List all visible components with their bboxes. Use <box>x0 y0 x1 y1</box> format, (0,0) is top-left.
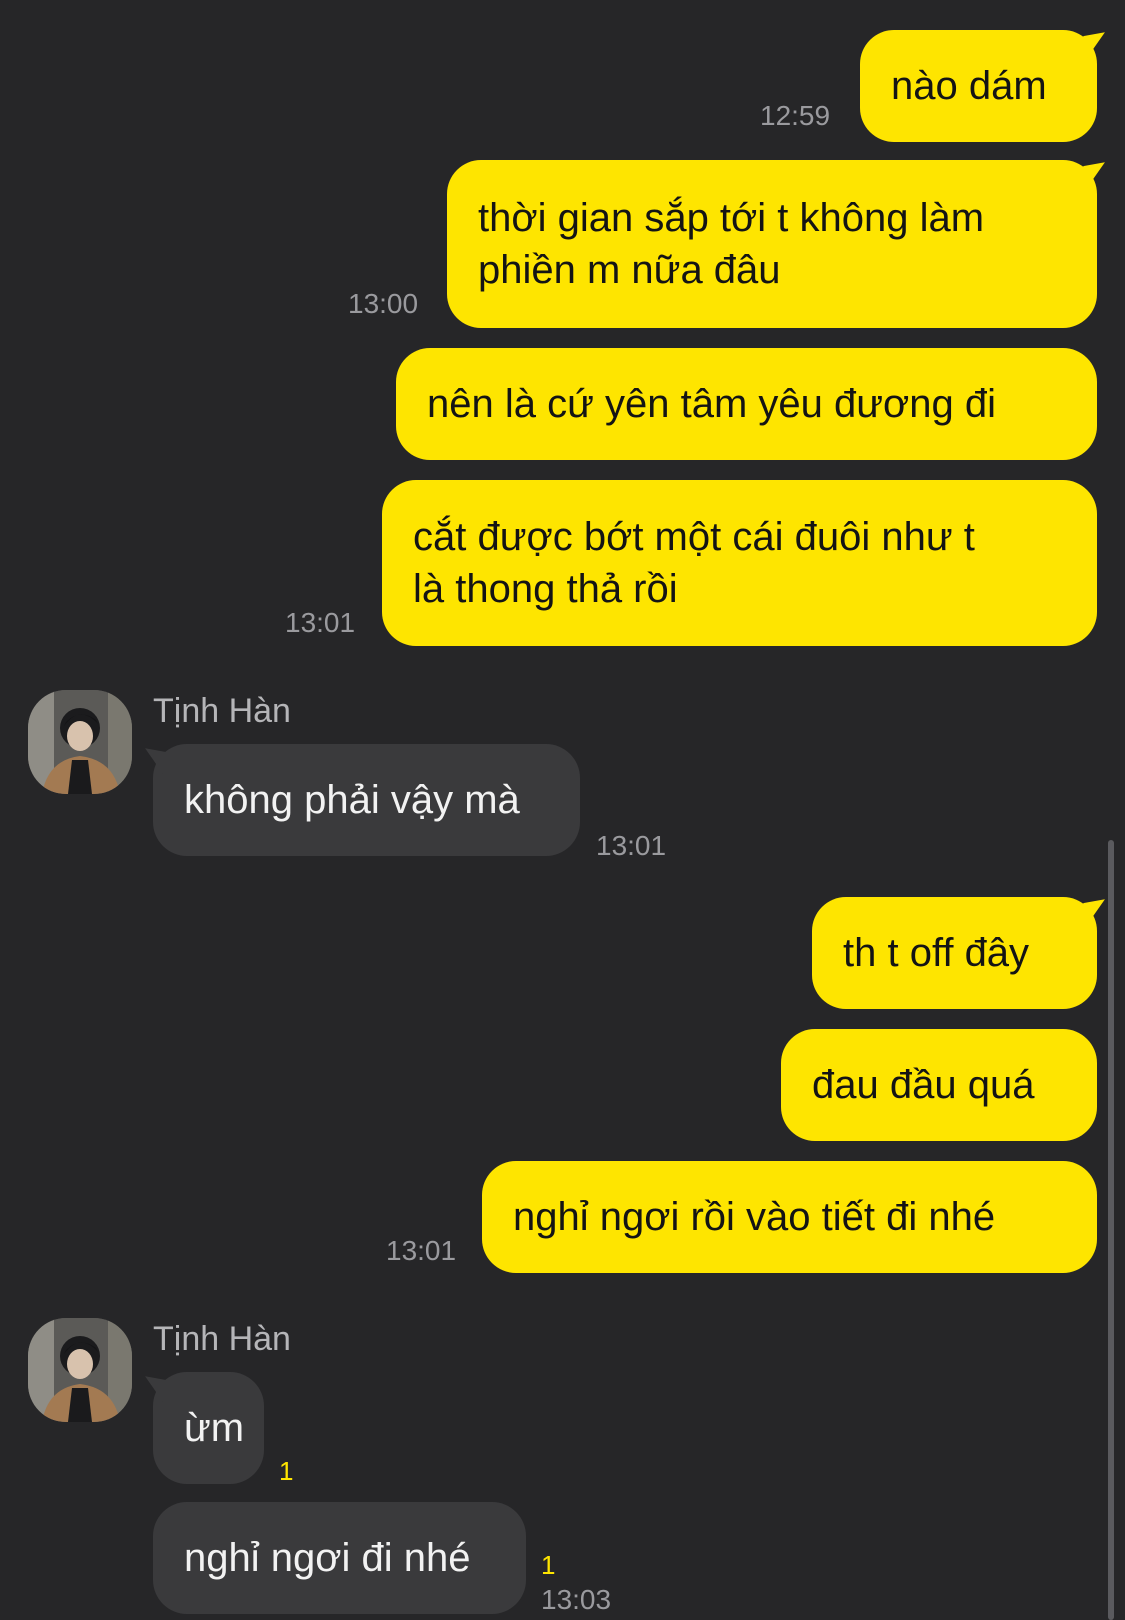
message-time: 13:03 <box>541 1584 612 1615</box>
message-time: 13:01 <box>596 830 667 861</box>
message-time: 13:01 <box>285 607 356 638</box>
chat-area: 12:59 nào dám 13:00 thời gian sắp tới t … <box>0 0 1125 1620</box>
unread-count: 1 <box>541 1550 556 1580</box>
message-time: 13:00 <box>348 288 419 319</box>
unread-count: 1 <box>279 1456 294 1486</box>
scrollbar[interactable] <box>1108 840 1114 1620</box>
avatar-photo-icon <box>28 1318 132 1422</box>
message-time: 12:59 <box>760 100 831 131</box>
sent-message-bubble[interactable]: thời gian sắp tới t không làm phiền m nữ… <box>447 160 1097 328</box>
contact-avatar[interactable] <box>28 690 132 794</box>
sent-message-bubble[interactable]: nào dám <box>860 30 1097 142</box>
received-message-bubble[interactable]: ừm <box>153 1372 264 1484</box>
sent-message-bubble[interactable]: đau đầu quá <box>781 1029 1097 1141</box>
sent-message-bubble[interactable]: nên là cứ yên tâm yêu đương đi <box>396 348 1097 460</box>
received-message-bubble[interactable]: không phải vậy mà <box>153 744 580 856</box>
sent-message-bubble[interactable]: cắt được bớt một cái đuôi như t là thong… <box>382 480 1097 646</box>
sender-name: Tịnh Hàn <box>153 692 291 730</box>
contact-avatar[interactable] <box>28 1318 132 1422</box>
avatar-photo-icon <box>28 690 132 794</box>
received-message-bubble[interactable]: nghỉ ngơi đi nhé <box>153 1502 526 1614</box>
sender-name: Tịnh Hàn <box>153 1320 291 1358</box>
sent-message-bubble[interactable]: th t off đây <box>812 897 1097 1009</box>
sent-message-bubble[interactable]: nghỉ ngơi rồi vào tiết đi nhé <box>482 1161 1097 1273</box>
message-time: 13:01 <box>386 1235 457 1266</box>
